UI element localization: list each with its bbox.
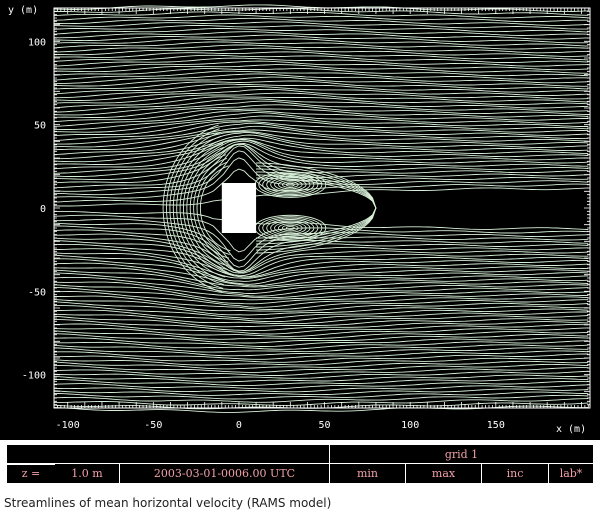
y-tick-label: 0	[40, 204, 46, 215]
x-tick-label: 100	[401, 420, 419, 431]
streamline	[53, 374, 589, 383]
info-divider	[329, 445, 330, 464]
x-tick-label: 50	[319, 420, 331, 431]
building-obstacle	[221, 183, 257, 233]
x-tick-label: 150	[487, 420, 505, 431]
streamline	[53, 388, 589, 396]
lab-button[interactable]: lab*	[549, 464, 593, 482]
streamline	[53, 327, 589, 337]
streamline	[54, 295, 589, 311]
info-bar: grid 1 z = 1.0 m 2003-03-01-0006.00 UTC …	[6, 444, 594, 484]
y-tick-label: -100	[22, 371, 46, 382]
z-value: 1.0 m	[71, 466, 103, 480]
y-tick-labels: 100 50 0 -50 -100	[22, 37, 46, 381]
x-tick-label: -100	[56, 420, 80, 431]
z-label: z =	[7, 464, 55, 482]
x-tick-labels: -100 -50 0 50 100 150	[56, 420, 505, 431]
max-button[interactable]: max	[406, 464, 481, 482]
datetime-label: 2003-03-01-0006.00 UTC	[153, 466, 296, 480]
grid-label: grid 1	[444, 447, 479, 461]
streamline	[54, 377, 589, 387]
wake-streamline	[256, 207, 377, 245]
streamline	[53, 14, 589, 23]
streamline-plot: -100 -50 0 50 100 150 100 50 0 -50 -100 y (m) x (…	[8, 4, 591, 435]
streamline	[53, 34, 589, 44]
streamline	[53, 380, 589, 390]
plot-panel: -100 -50 0 50 100 150 100 50 0 -50 -100 y (m) x (…	[0, 0, 600, 440]
y-tick-label: -50	[28, 287, 46, 298]
y-tick-label: 50	[34, 121, 46, 132]
streamline	[54, 210, 589, 230]
streamlines	[53, 4, 589, 413]
inc-button[interactable]: inc	[482, 464, 548, 482]
streamline	[53, 240, 589, 276]
x-axis-label: x (m)	[556, 424, 586, 435]
y-tick-label: 100	[28, 37, 46, 48]
info-row-divider	[7, 463, 593, 464]
x-tick-label: 0	[236, 420, 242, 431]
y-axis-label: y (m)	[8, 5, 38, 16]
figure-caption: Streamlines of mean horizontal velocity …	[4, 496, 332, 510]
streamline	[53, 129, 589, 151]
streamline	[53, 363, 589, 373]
streamline	[53, 360, 589, 370]
min-button[interactable]: min	[330, 464, 405, 482]
x-tick-label: -50	[144, 420, 162, 431]
